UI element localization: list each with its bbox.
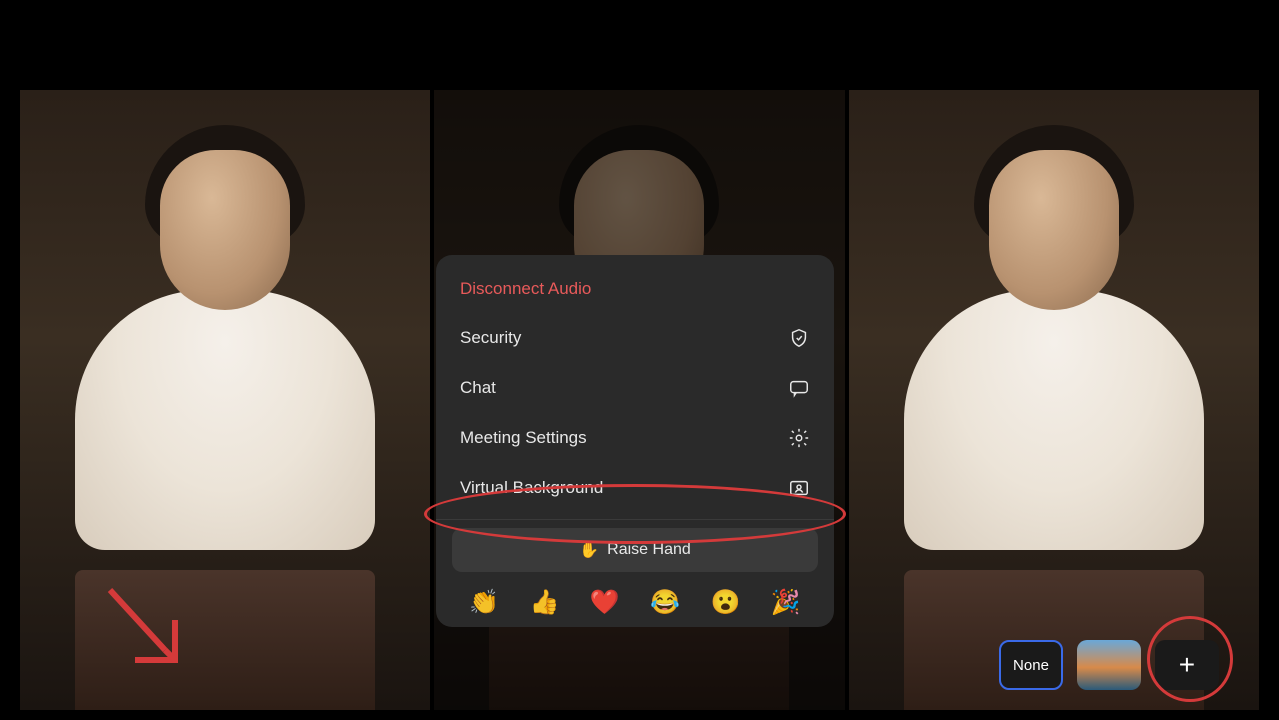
raise-hand-label: Raise Hand: [607, 541, 691, 559]
raise-hand-button[interactable]: ✋ Raise Hand: [452, 528, 818, 572]
reactions-row: 👏 👍 ❤️ 😂 😮 🎉: [436, 582, 834, 617]
bg-none-label: None: [1013, 657, 1049, 674]
menu-divider: [436, 519, 834, 520]
reaction-wow[interactable]: 😮: [711, 588, 741, 617]
background-options: None +: [999, 640, 1219, 690]
menu-item-security[interactable]: Security: [436, 313, 834, 363]
more-menu: Disconnect Audio Security Chat Meeting S…: [436, 255, 834, 627]
bg-option-none[interactable]: None: [999, 640, 1063, 690]
person-placeholder: [849, 90, 1259, 710]
reaction-laugh[interactable]: 😂: [650, 588, 680, 617]
menu-label: Chat: [460, 378, 496, 398]
chat-icon: [788, 377, 810, 399]
reaction-heart[interactable]: ❤️: [590, 588, 620, 617]
video-panel-right: None +: [849, 90, 1259, 710]
virtual-bg-icon: [788, 477, 810, 499]
menu-label: Meeting Settings: [460, 428, 587, 448]
menu-label: Virtual Background: [460, 478, 603, 498]
menu-item-meeting-settings[interactable]: Meeting Settings: [436, 413, 834, 463]
video-panel-left: [20, 90, 430, 710]
menu-item-chat[interactable]: Chat: [436, 363, 834, 413]
menu-item-virtual-background[interactable]: Virtual Background: [436, 463, 834, 513]
reaction-clap[interactable]: 👏: [469, 588, 499, 617]
reaction-thumbs-up[interactable]: 👍: [530, 588, 560, 617]
raise-hand-icon: ✋: [579, 540, 599, 560]
bg-option-image[interactable]: [1077, 640, 1141, 690]
gear-icon: [788, 427, 810, 449]
person-placeholder: [20, 90, 430, 710]
shield-icon: [788, 327, 810, 349]
disconnect-audio-label: Disconnect Audio: [460, 279, 591, 298]
disconnect-audio[interactable]: Disconnect Audio: [436, 273, 834, 313]
bg-option-add[interactable]: +: [1155, 640, 1219, 690]
reaction-tada[interactable]: 🎉: [771, 588, 801, 617]
bg-add-label: +: [1179, 649, 1195, 681]
menu-label: Security: [460, 328, 521, 348]
